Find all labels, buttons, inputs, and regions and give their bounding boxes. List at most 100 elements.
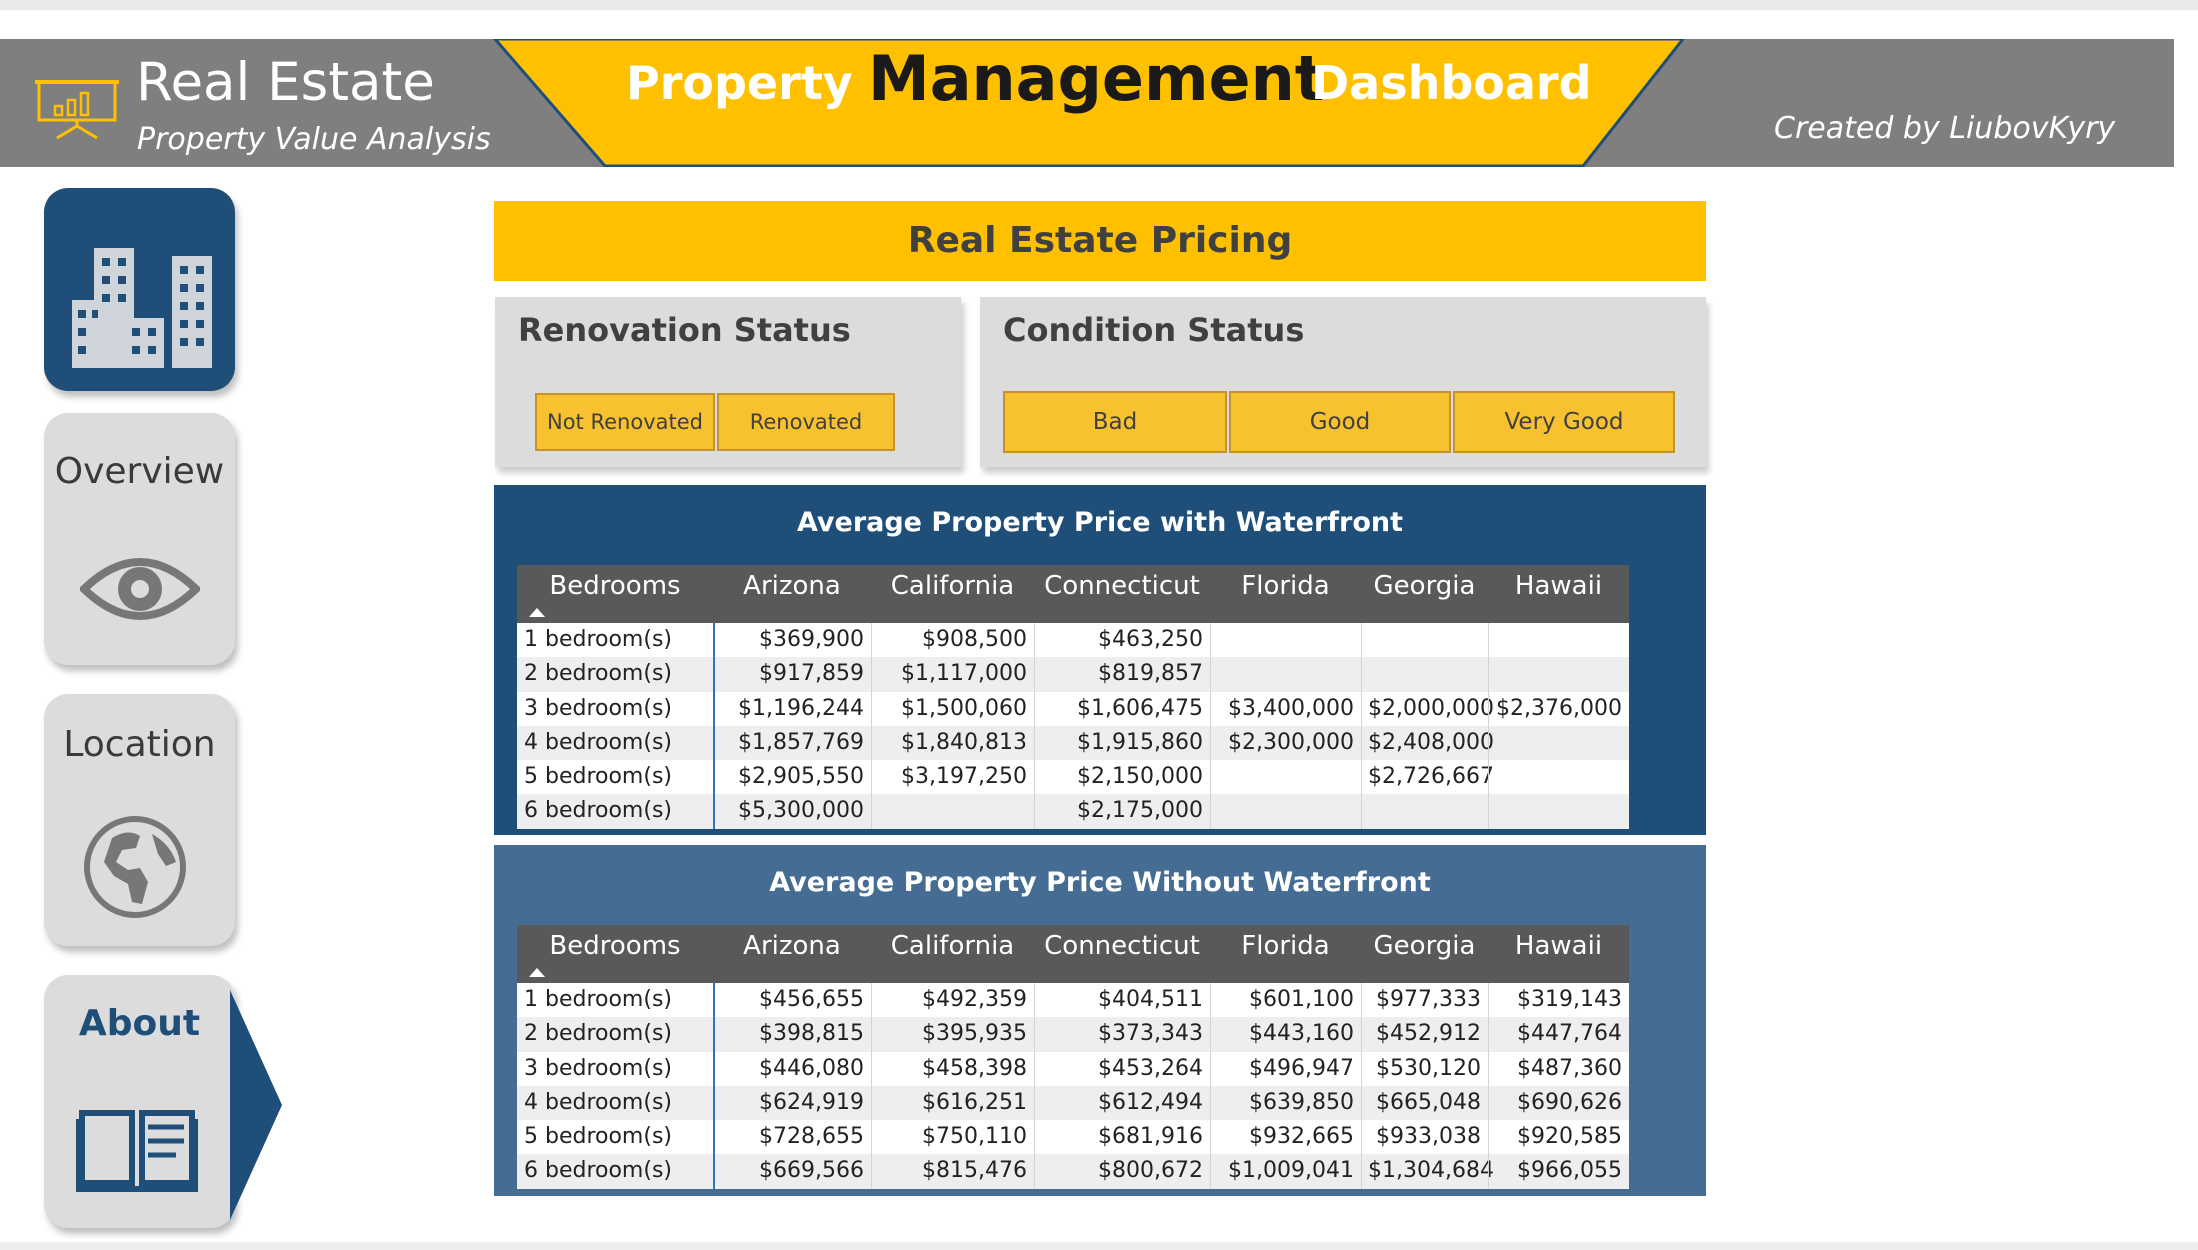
renovation-option-not-renovated[interactable]: Not Renovated	[535, 393, 715, 451]
cell-hawaii	[1488, 726, 1629, 760]
nav-about-button[interactable]: About	[44, 975, 235, 1228]
cell-california: $1,117,000	[901, 661, 1027, 687]
sort-ascending-icon[interactable]	[529, 608, 545, 617]
cell-georgia	[1361, 623, 1488, 657]
table-row: 5 bedroom(s) $728,655 $750,110 $681,916 $932…	[517, 1120, 1629, 1154]
cell-florida: $443,160	[1249, 1021, 1354, 1047]
waterfront-table: Bedrooms Arizona California Connecticut Flor…	[517, 565, 1629, 829]
cell-arizona: $398,815	[759, 1021, 864, 1047]
table-row: 2 bedroom(s) $917,859 $1,117,000 $819,857	[517, 657, 1629, 692]
brand-title: Real Estate	[136, 52, 435, 113]
sort-ascending-icon[interactable]	[529, 968, 545, 977]
column-header-arizona[interactable]: Arizona	[713, 565, 871, 623]
row-label: 3 bedroom(s)	[524, 695, 672, 721]
column-header-connecticut[interactable]: Connecticut	[1034, 565, 1210, 623]
column-divider	[1210, 623, 1211, 829]
row-label: 6 bedroom(s)	[524, 798, 672, 824]
column-divider	[1361, 623, 1362, 829]
author-credit: Created by LiubovKyry	[1774, 111, 2116, 146]
cell-florida: $601,100	[1249, 987, 1354, 1012]
cell-connecticut: $373,343	[1098, 1021, 1203, 1047]
cell-georgia: $933,038	[1376, 1124, 1481, 1150]
cell-arizona: $446,080	[759, 1055, 864, 1081]
cell-hawaii	[1488, 760, 1629, 794]
cell-hawaii	[1488, 623, 1629, 657]
cell-georgia: $530,120	[1376, 1055, 1481, 1081]
column-header-arizona[interactable]: Arizona	[713, 925, 871, 983]
column-header-california[interactable]: California	[871, 925, 1034, 983]
nav-location-button[interactable]: Location	[44, 694, 235, 946]
row-label: 5 bedroom(s)	[524, 764, 672, 790]
no-waterfront-table-panel: Average Property Price Without Waterfron…	[494, 845, 1706, 1196]
column-divider	[1488, 983, 1489, 1189]
table-header: Bedrooms Arizona California Connecticut Flor…	[517, 565, 1629, 623]
no-waterfront-table: Bedrooms Arizona California Connecticut Flor…	[517, 925, 1629, 1189]
cell-california	[871, 794, 1034, 828]
table-row: 2 bedroom(s) $398,815 $395,935 $373,343 $443…	[517, 1017, 1629, 1052]
cell-connecticut: $2,150,000	[1077, 764, 1203, 790]
column-header-bedrooms[interactable]: Bedrooms	[517, 565, 713, 623]
cell-california: $458,398	[922, 1055, 1027, 1081]
column-divider	[1210, 983, 1211, 1189]
cell-california: $750,110	[922, 1124, 1027, 1150]
table-row: 3 bedroom(s) $1,196,244 $1,500,060 $1,606,4…	[517, 692, 1629, 726]
column-header-georgia[interactable]: Georgia	[1361, 565, 1488, 623]
column-header-florida[interactable]: Florida	[1210, 925, 1361, 983]
bottom-strip	[0, 1242, 2198, 1250]
column-header-california[interactable]: California	[871, 565, 1034, 623]
column-header-florida[interactable]: Florida	[1210, 565, 1361, 623]
cell-california: $815,476	[922, 1158, 1027, 1184]
cell-connecticut: $819,857	[1098, 661, 1203, 687]
cell-georgia: $977,333	[1376, 987, 1481, 1012]
table-row: 4 bedroom(s) $1,857,769 $1,840,813 $1,915,8…	[517, 725, 1629, 761]
condition-slicer: Condition Status Bad Good Very Good	[980, 297, 1706, 467]
title-word-dashboard: Dashboard	[1311, 56, 1592, 110]
column-header-connecticut[interactable]: Connecticut	[1034, 925, 1210, 983]
cell-georgia: $665,048	[1376, 1089, 1481, 1115]
cell-hawaii: $966,055	[1517, 1158, 1622, 1184]
cell-hawaii	[1488, 794, 1629, 828]
row-label: 1 bedroom(s)	[524, 987, 672, 1012]
cell-hawaii: $690,626	[1517, 1089, 1622, 1115]
cell-hawaii: $319,143	[1517, 987, 1622, 1012]
nav-home-button[interactable]	[44, 188, 235, 391]
active-page-indicator	[230, 990, 282, 1220]
column-header-hawaii[interactable]: Hawaii	[1488, 565, 1629, 623]
row-label: 2 bedroom(s)	[524, 661, 672, 687]
cell-california: $395,935	[922, 1021, 1027, 1047]
renovation-option-renovated[interactable]: Renovated	[717, 393, 895, 451]
table-row: 3 bedroom(s) $446,080 $458,398 $453,264 $496…	[517, 1052, 1629, 1086]
column-header-hawaii[interactable]: Hawaii	[1488, 925, 1629, 983]
book-icon	[76, 1110, 198, 1192]
row-label: 3 bedroom(s)	[524, 1055, 672, 1081]
condition-option-bad[interactable]: Bad	[1003, 391, 1227, 453]
column-divider	[1034, 623, 1035, 829]
nav-overview-button[interactable]: Overview	[44, 413, 235, 665]
cell-georgia: $2,408,000	[1368, 729, 1494, 755]
column-header-georgia[interactable]: Georgia	[1361, 925, 1488, 983]
table-row: 6 bedroom(s) $5,300,000 $2,175,000	[517, 794, 1629, 829]
cell-connecticut: $453,264	[1098, 1055, 1203, 1081]
column-divider	[871, 983, 872, 1189]
column-divider	[1361, 983, 1362, 1189]
renovation-slicer-title: Renovation Status	[518, 311, 851, 349]
condition-option-good[interactable]: Good	[1229, 391, 1451, 453]
cell-hawaii: $487,360	[1517, 1055, 1622, 1081]
cell-florida: $1,009,041	[1228, 1158, 1354, 1184]
table-row: 1 bedroom(s) $456,655 $492,359 $404,511 $601…	[517, 983, 1629, 1017]
no-waterfront-table-title: Average Property Price Without Waterfron…	[769, 867, 1431, 898]
cell-florida: $639,850	[1249, 1089, 1354, 1115]
nav-about-label: About	[78, 1003, 201, 1044]
globe-icon	[84, 816, 186, 918]
cell-florida	[1210, 760, 1361, 794]
column-divider	[713, 623, 715, 829]
cell-florida: $3,400,000	[1228, 695, 1354, 721]
condition-option-very-good[interactable]: Very Good	[1453, 391, 1675, 453]
cell-hawaii: $920,585	[1517, 1124, 1622, 1150]
renovation-slicer: Renovation Status Not Renovated Renovate…	[495, 297, 961, 467]
column-header-bedrooms[interactable]: Bedrooms	[517, 925, 713, 983]
cell-arizona: $728,655	[759, 1124, 864, 1150]
column-divider	[1034, 983, 1035, 1189]
table-row: 1 bedroom(s) $369,900 $908,500 $463,250	[517, 623, 1629, 657]
column-divider	[1488, 623, 1489, 829]
